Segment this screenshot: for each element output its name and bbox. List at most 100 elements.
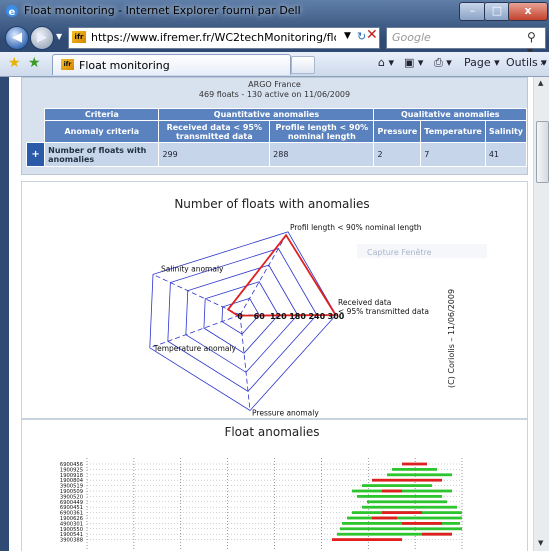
minimize-button[interactable]: – (459, 2, 486, 21)
radar-tick-label: 180 (289, 312, 306, 321)
back-button[interactable]: ◀ (5, 26, 29, 50)
url-text[interactable]: https://www.ifremer.fr/WC2techMonitoring… (91, 31, 336, 44)
table-row: + Number of floats with anomalies 299 28… (25, 142, 528, 167)
anomaly-bar (357, 495, 442, 498)
scroll-up-icon[interactable]: ▲ (538, 79, 543, 87)
ie-icon: e (6, 5, 18, 18)
table-header-profile-length: Profile length < 90% nominal length (269, 120, 375, 143)
anomaly-table: Criteria Quantitative anomalies Qualitat… (25, 108, 528, 167)
anomaly-bar (332, 538, 402, 541)
anomaly-bar (382, 489, 402, 493)
site-favicon: ifr (72, 31, 86, 43)
float-anomalies-chart: Float anomalies 690045619009251900918190… (60, 425, 463, 551)
add-favorites-icon[interactable]: ★ (28, 55, 41, 71)
close-button[interactable]: x (508, 2, 548, 21)
table-header-criteria: Criteria (44, 108, 160, 121)
radar-axis-label: Profil length < 90% nominal length (290, 223, 422, 232)
left-border (0, 77, 9, 551)
summary-section: ARGO France 469 floats - 130 active on 1… (21, 77, 528, 175)
vertical-scrollbar[interactable]: ▲ ▼ (533, 77, 549, 551)
anomaly-bar (402, 462, 427, 466)
anomaly-bar (347, 516, 462, 520)
radar-axis-label: Temperature anomaly (153, 344, 237, 353)
home-button[interactable]: ⌂ ▾ (378, 56, 394, 69)
window-title: Float monitoring - Internet Explorer fou… (24, 4, 301, 17)
radar-section: Number of floats with anomalies 0 60 120 18… (21, 181, 528, 419)
float-anomalies-title: Float anomalies (224, 425, 319, 439)
radar-grid-ring (149, 231, 337, 411)
radar-tick-label: 120 (270, 312, 287, 321)
anomaly-bar (367, 500, 447, 504)
refresh-icon[interactable]: ↻ (357, 30, 366, 43)
table-header-quantitative: Quantitative anomalies (158, 108, 375, 121)
page-menu[interactable]: Page ▾ (464, 56, 500, 69)
cell-received: 299 (158, 142, 271, 167)
anomaly-bar (382, 511, 422, 514)
table-header-qualitative: Qualitative anomalies (373, 108, 527, 121)
table-header-received-data: Received data < 95% transmitted data (158, 120, 271, 143)
expand-row-button[interactable]: + (25, 142, 46, 167)
anomaly-bar (340, 527, 462, 531)
history-dropdown-icon[interactable]: ▼ (56, 32, 62, 41)
browser-window: e Float monitoring - Internet Explorer f… (0, 0, 549, 551)
anomaly-bar (372, 516, 397, 520)
radar-axis-label: Salinity anomaly (161, 264, 224, 273)
row-label: Number of floats with anomalies (44, 142, 160, 167)
url-dropdown-icon[interactable]: ▼ (344, 31, 351, 41)
table-header-anomaly-criteria: Anomaly criteria (44, 120, 160, 143)
radar-title: Number of floats with anomalies (174, 197, 369, 211)
anomaly-bar (372, 478, 442, 482)
table-header-pressure: Pressure (373, 120, 422, 143)
float-anomalies-section: Float anomalies 6900456 1900925 1900918 190… (21, 419, 528, 551)
radar-axis-label: Received data (338, 298, 391, 307)
cell-profile: 288 (269, 142, 375, 167)
radar-spoke (239, 314, 251, 411)
maximize-button[interactable]: □ (484, 2, 510, 21)
table-corner (26, 108, 45, 121)
search-placeholder[interactable]: Google (392, 31, 431, 44)
radar-tick-label: 60 (254, 312, 266, 321)
anomaly-bar (362, 505, 457, 509)
radar-spoke (152, 274, 241, 316)
tab-favicon: ifr (61, 59, 74, 70)
cell-temperature: 7 (420, 142, 486, 167)
tab-float-monitoring[interactable]: ifr Float monitoring (52, 54, 291, 75)
svg-text:e: e (9, 7, 16, 18)
radar-axis-label: < 95% transmitted data (338, 307, 429, 316)
anomaly-bar (342, 522, 460, 525)
page-subtitle: 469 floats - 130 active on 11/06/2009 (198, 90, 351, 99)
scroll-thumb[interactable] (536, 121, 549, 183)
radar-axis-label: Pressure anomaly (252, 408, 319, 417)
cell-pressure: 2 (373, 142, 422, 167)
table-header-temperature: Temperature (420, 120, 486, 143)
radar-tick-label: 0 (237, 312, 243, 321)
cell-salinity: 41 (484, 142, 528, 167)
tab-bar: ★ ★ ifr Float monitoring ⌂ ▾ ▣ ▾ ⎙ ▾ Pag… (0, 52, 549, 77)
table-header-salinity: Salinity (484, 120, 528, 143)
radar-chart: Number of floats with anomalies 0 60 120 18… (149, 197, 487, 417)
radar-series-line (226, 233, 338, 317)
more-tools-chevron[interactable]: » (540, 56, 547, 69)
stop-icon[interactable]: ✕ (366, 27, 378, 43)
anomaly-bar (402, 522, 442, 525)
scroll-down-icon[interactable]: ▼ (538, 539, 543, 547)
feeds-button[interactable]: ▣ ▾ (404, 56, 423, 69)
page-header: ARGO France 469 floats - 130 active on 1… (22, 80, 527, 100)
radar-copyright: (C) Coriolis – 11/06/2009 (447, 289, 456, 388)
page-title: ARGO France (248, 80, 301, 89)
capture-watermark: Capture Fenêtre (367, 247, 432, 257)
tab-label: Float monitoring (79, 59, 170, 72)
anomaly-bar (422, 532, 452, 536)
anomaly-bar (387, 473, 452, 477)
title-bar: e Float monitoring - Internet Explorer f… (0, 0, 549, 22)
forward-button[interactable]: ▶ (30, 26, 54, 50)
new-tab-button[interactable] (291, 56, 315, 74)
search-field[interactable]: Google ⚲ ▾ (386, 27, 546, 58)
address-bar: ◀ ▶ ▼ ifr https://www.ifremer.fr/WC2tech… (0, 24, 549, 58)
favorites-star-icon[interactable]: ★ (8, 55, 21, 71)
print-button[interactable]: ⎙ ▾ (434, 56, 452, 70)
url-field[interactable]: ifr https://www.ifremer.fr/WC2techMonito… (68, 27, 380, 49)
table-corner-2 (26, 120, 45, 143)
anomaly-bar (362, 484, 432, 487)
anomaly-bar (392, 468, 437, 471)
